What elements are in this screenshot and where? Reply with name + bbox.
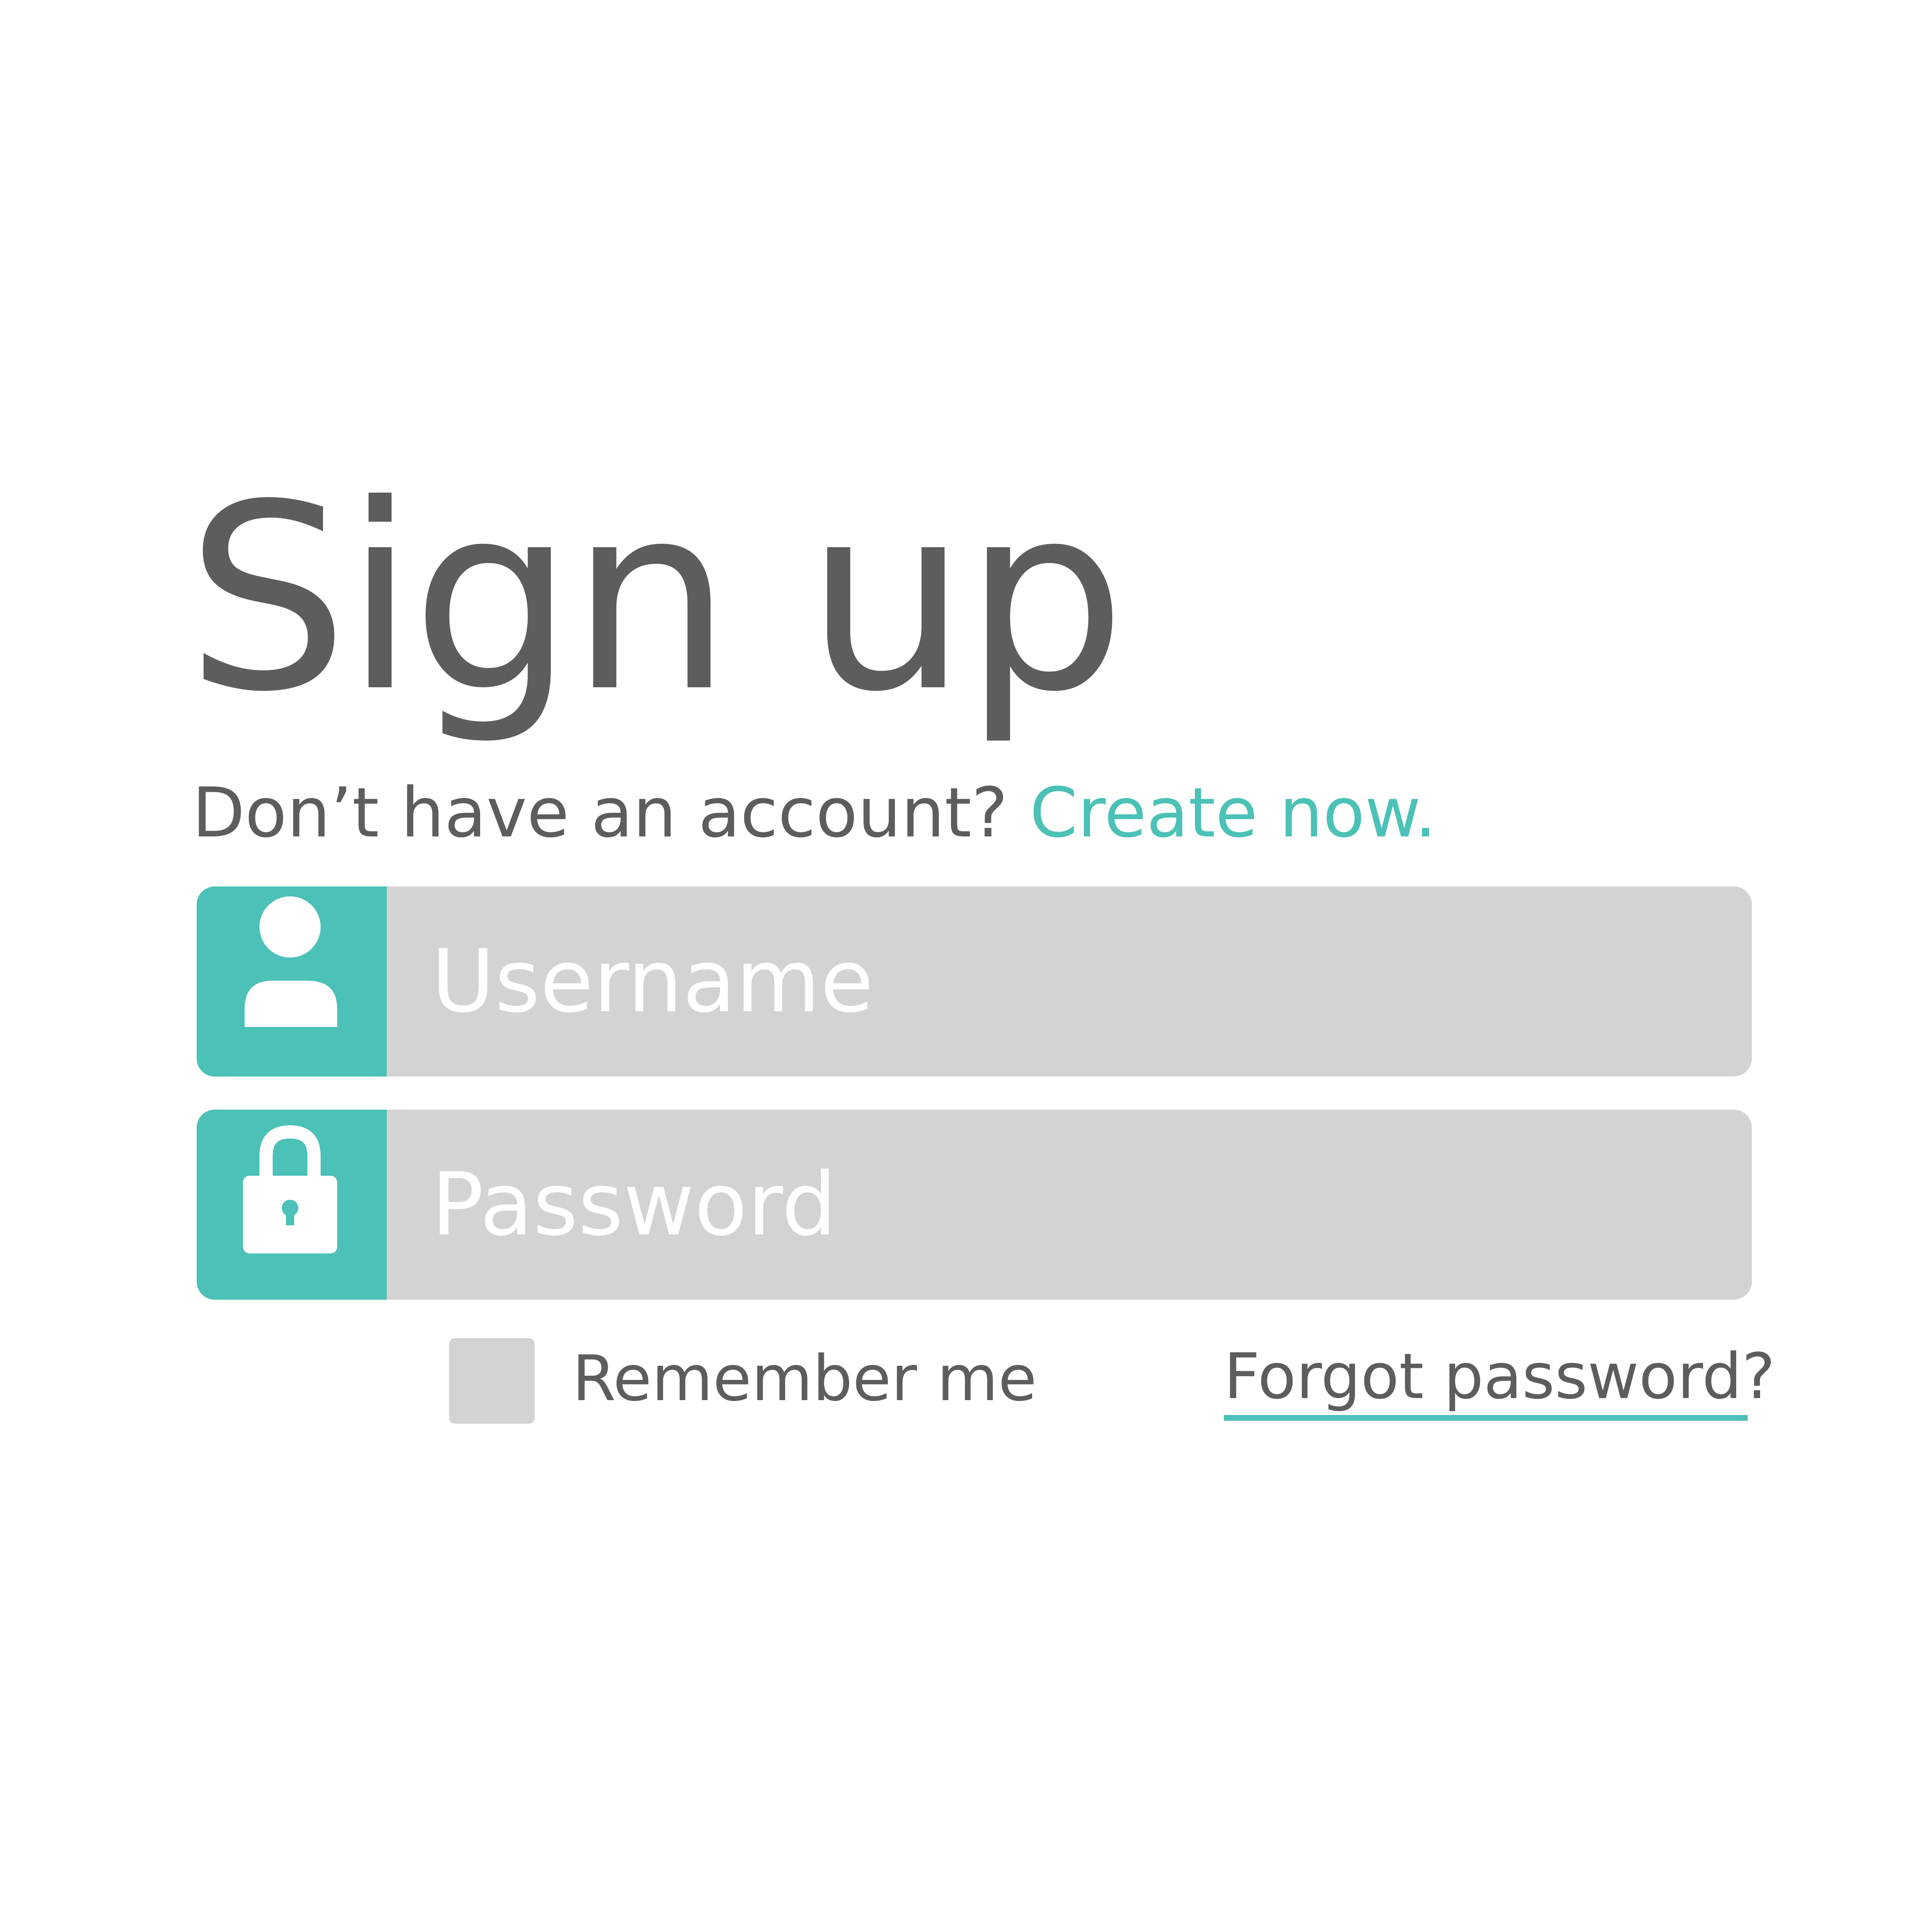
password-placeholder: Password: [431, 1154, 837, 1255]
create-account-link[interactable]: Create now.: [1030, 773, 1436, 853]
username-icon-box: [197, 886, 387, 1077]
remember-me-label[interactable]: Remember me: [572, 1347, 1037, 1410]
user-icon: [245, 896, 337, 1027]
password-icon-box: [197, 1110, 387, 1300]
username-field[interactable]: Username: [197, 886, 1752, 1077]
subtitle-text: Don’t have an account?: [192, 773, 1008, 853]
username-placeholder: Username: [431, 931, 874, 1032]
remember-me-checkbox[interactable]: [449, 1338, 535, 1424]
subtitle: Don’t have an account? Create now.: [192, 779, 1437, 848]
forgot-password-link[interactable]: Forgot password?: [1224, 1345, 1775, 1408]
lock-icon: [243, 1125, 337, 1253]
page-title: Sign up: [186, 450, 1126, 748]
forgot-password-underline: [1224, 1415, 1748, 1421]
password-field[interactable]: Password: [197, 1110, 1752, 1300]
